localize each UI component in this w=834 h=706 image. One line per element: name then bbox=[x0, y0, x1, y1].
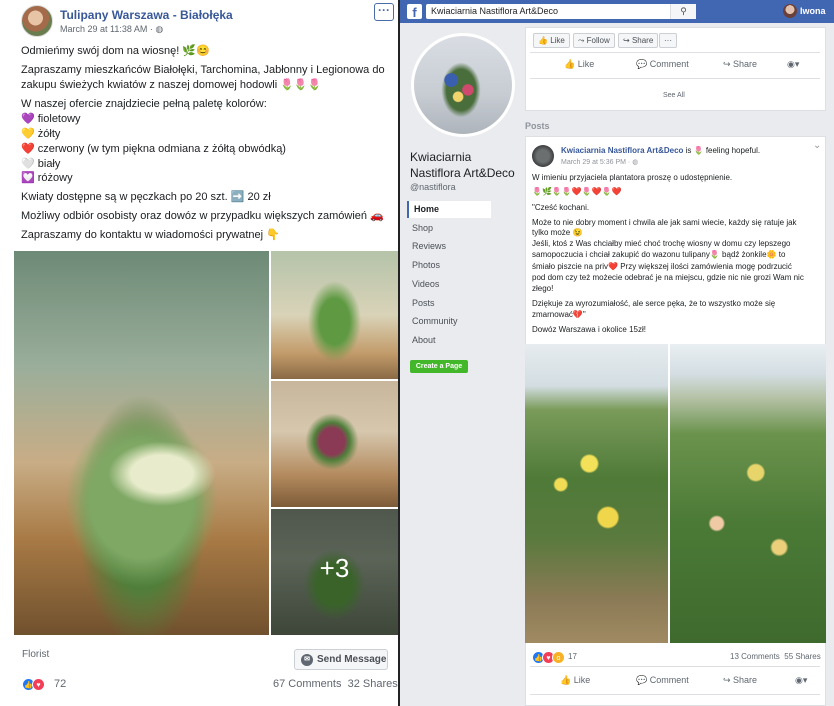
post-text-line: Zapraszamy do kontaktu w wiadomości pryw… bbox=[21, 229, 280, 241]
post-text-line: 💛 żółty bbox=[21, 128, 61, 140]
reactions-summary[interactable]: 👍 ♥ bbox=[22, 678, 45, 691]
post-text-line: zmarnować💔" bbox=[532, 310, 586, 319]
post-comment-button[interactable]: 💬 Comment bbox=[636, 675, 689, 686]
page-profile-picture[interactable] bbox=[411, 33, 515, 137]
post-text-line: ❤️ czerwony (w tym piękna odmiana z żółt… bbox=[21, 143, 286, 155]
see-all-link[interactable]: See All bbox=[663, 92, 685, 99]
reaction-count[interactable]: 72 bbox=[54, 678, 66, 690]
post-text-line: 💜 fioletowy bbox=[21, 113, 81, 125]
top-share-action[interactable]: ↪ Share bbox=[723, 59, 757, 70]
post-comments-shares: 13 Comments 55 Shares bbox=[730, 652, 821, 661]
post-shares-count[interactable]: 55 Shares bbox=[784, 652, 820, 661]
page-follow-button[interactable]: ⤳ Follow bbox=[573, 33, 615, 48]
page-like-button[interactable]: 👍 Like bbox=[533, 33, 570, 48]
separator bbox=[530, 694, 820, 695]
post-author-link[interactable]: Kwiaciarnia Nastiflora Art&Deco bbox=[561, 146, 683, 155]
post-text-line: samopoczucia i chciał zakupić do wazonu … bbox=[532, 250, 786, 259]
post-text-line: Zapraszamy mieszkańców Białołęki, Tarcho… bbox=[21, 64, 385, 76]
post-text-line: złego! bbox=[532, 284, 554, 293]
comments-shares: 67 Comments 32 Shares bbox=[273, 678, 398, 690]
nav-reviews[interactable]: Reviews bbox=[407, 238, 491, 255]
post-options-chevron-icon[interactable]: ⌄ bbox=[813, 140, 821, 151]
facebook-logo-icon[interactable]: f bbox=[407, 4, 422, 20]
post-text-line: pod dom czy też możecie odebrać je na mi… bbox=[532, 273, 804, 282]
post-reactions-summary[interactable]: 👍 ♥ o bbox=[532, 651, 565, 664]
post-text-line: "Cześć kochani. bbox=[532, 203, 590, 212]
top-audience-icon[interactable]: ◉▾ bbox=[787, 59, 799, 70]
comments-count[interactable]: 67 Comments bbox=[273, 678, 341, 690]
page-title-line1: Kwiaciarnia bbox=[410, 150, 472, 164]
love-reaction-icon: ♥ bbox=[32, 678, 45, 691]
more-photos-count[interactable]: +3 bbox=[271, 553, 398, 584]
send-message-button[interactable]: ✉ Send Message bbox=[294, 649, 388, 670]
post-author-line: Kwiaciarnia Nastiflora Art&Deco is 🌷 fee… bbox=[561, 146, 760, 155]
post-text-line: W naszej ofercie znajdziecie pełną palet… bbox=[21, 98, 267, 110]
post-date[interactable]: March 29 at 11:38 AM · ◍ bbox=[60, 24, 163, 35]
top-comment-action[interactable]: 💬 Comment bbox=[636, 59, 689, 70]
post-audience-icon[interactable]: ◉▾ bbox=[795, 675, 807, 686]
wow-reaction-icon: o bbox=[552, 651, 565, 664]
greenhouse-tulips-photo[interactable] bbox=[670, 344, 826, 643]
separator bbox=[530, 78, 820, 79]
nav-community[interactable]: Community bbox=[407, 313, 491, 330]
send-message-label: Send Message bbox=[317, 654, 387, 665]
post-like-button[interactable]: 👍 Like bbox=[560, 675, 590, 686]
post-text-line: Może to nie dobry moment i chwila ale ja… bbox=[532, 218, 797, 227]
page-share-button[interactable]: ↪ Share bbox=[618, 33, 659, 48]
user-avatar[interactable] bbox=[783, 4, 797, 18]
post-reaction-count[interactable]: 17 bbox=[568, 652, 577, 661]
post-text-line: Jeśli, ktoś z Was chciałby mieć choć tro… bbox=[532, 239, 791, 248]
search-icon[interactable]: ⚲ bbox=[670, 4, 696, 19]
page-category: Florist bbox=[22, 649, 50, 660]
top-like-action[interactable]: 👍 Like bbox=[564, 59, 594, 70]
page-title: Kwiaciarnia Nastiflora Art&Deco bbox=[410, 149, 515, 181]
post-text-line: tylko może 😉 bbox=[532, 228, 583, 237]
left-post: Tulipany Warszawa - Białołęka March 29 a… bbox=[0, 0, 398, 706]
more-options-button[interactable]: ··· bbox=[374, 3, 394, 21]
post-date[interactable]: March 29 at 5:36 PM · ◍ bbox=[561, 158, 638, 166]
post-text-line: Możliwy odbiór osobisty oraz dowóz w prz… bbox=[21, 210, 384, 222]
post-text-line: śmiało piszcie na priv❤️ Przy większej i… bbox=[532, 262, 792, 271]
globe-icon: ◍ bbox=[632, 159, 639, 166]
separator bbox=[530, 666, 820, 667]
tulip-photo-2[interactable] bbox=[271, 251, 398, 379]
post-feeling: is 🌷 feeling hopeful. bbox=[683, 146, 761, 155]
page-handle[interactable]: @nastiflora bbox=[410, 182, 456, 192]
messenger-icon: ✉ bbox=[301, 654, 313, 666]
post-text-line: Dziękuje za wyrozumiałość, ale serce pęk… bbox=[532, 299, 776, 308]
post-author-avatar[interactable] bbox=[532, 145, 554, 167]
page-title-line2: Nastiflora Art&Deco bbox=[410, 166, 515, 180]
tulip-photo-main[interactable] bbox=[14, 251, 269, 635]
posts-section-label: Posts bbox=[525, 121, 550, 131]
post-text-line: Dowóz Warszawa i okolice 15zł! bbox=[532, 325, 646, 334]
post-text-line: zakupu świeżych kwiatów z naszej domowej… bbox=[21, 79, 322, 91]
post-text-line: 💟 różowy bbox=[21, 172, 73, 184]
page-more-button[interactable]: ··· bbox=[659, 33, 677, 48]
nav-shop[interactable]: Shop bbox=[407, 220, 491, 237]
greenhouse-daffodils-photo[interactable] bbox=[525, 344, 668, 643]
shares-count[interactable]: 32 Shares bbox=[348, 678, 398, 690]
create-page-button[interactable]: Create a Page bbox=[410, 360, 468, 373]
top-bar: f Kwiaciarnia Nastiflora Art&Deco ⚲ Iwon… bbox=[400, 0, 834, 23]
nav-photos[interactable]: Photos bbox=[407, 257, 491, 274]
post-text-line: 🤍 biały bbox=[21, 158, 61, 170]
nav-home[interactable]: Home bbox=[407, 201, 491, 218]
tulip-photo-3[interactable] bbox=[271, 381, 398, 507]
post-comments-count[interactable]: 13 Comments bbox=[730, 652, 780, 661]
user-name[interactable]: Iwona bbox=[800, 6, 826, 16]
post-text-line: W imieniu przyjaciela plantatora proszę … bbox=[532, 173, 733, 182]
globe-icon: ◍ bbox=[155, 24, 164, 34]
post-text-line: Odmieńmy swój dom na wiosnę! 🌿😊 bbox=[21, 45, 210, 57]
post-text-line: 🌷🌿🌷🌷❤️🌷❤️🌷❤️ bbox=[532, 187, 622, 196]
page-avatar[interactable] bbox=[21, 5, 53, 37]
facebook-page-screenshot: f Kwiaciarnia Nastiflora Art&Deco ⚲ Iwon… bbox=[400, 0, 834, 706]
nav-posts[interactable]: Posts bbox=[407, 295, 491, 312]
nav-about[interactable]: About bbox=[407, 332, 491, 349]
separator bbox=[530, 52, 820, 53]
post-share-button[interactable]: ↪ Share bbox=[723, 675, 757, 686]
page-name-link[interactable]: Tulipany Warszawa - Białołęka bbox=[60, 8, 233, 22]
post-text-line: Kwiaty dostępne są w pęczkach po 20 szt.… bbox=[21, 191, 271, 203]
search-input[interactable]: Kwiaciarnia Nastiflora Art&Deco bbox=[426, 4, 696, 19]
nav-videos[interactable]: Videos bbox=[407, 276, 491, 293]
